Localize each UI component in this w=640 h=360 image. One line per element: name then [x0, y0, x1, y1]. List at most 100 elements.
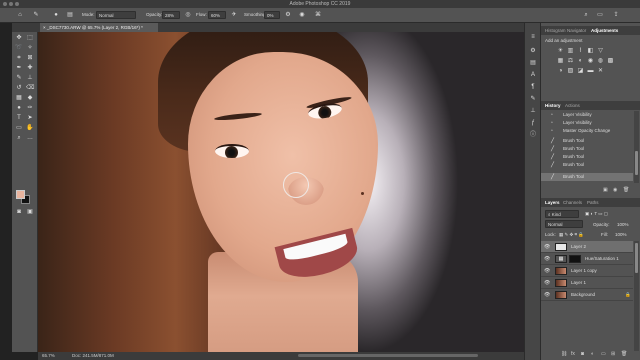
eraser-tool-icon[interactable]: ⌫ [26, 84, 34, 92]
path-select-tool-icon[interactable]: ➤ [26, 114, 34, 122]
visibility-eye-icon[interactable]: 👁 [544, 280, 550, 286]
tab-history[interactable]: History [545, 103, 561, 108]
frame-tool-icon[interactable]: ⊠ [26, 54, 34, 62]
glyphs-icon[interactable]: ƒ [529, 119, 537, 127]
tab-actions[interactable]: Actions [565, 103, 580, 108]
blend-mode-select[interactable]: Normal [545, 220, 583, 228]
brushes-icon[interactable]: ✎ [529, 95, 537, 103]
gradient-map-icon[interactable]: ▬ [587, 68, 594, 75]
history-item[interactable]: ╱ Brush Tool [541, 161, 633, 169]
history-item[interactable]: ╱ Brush Tool [541, 137, 633, 145]
visibility-eye-icon[interactable]: 👁 [544, 244, 550, 250]
panel-toggle-icon[interactable]: ≡ [529, 33, 537, 41]
levels-icon[interactable]: ▥ [567, 48, 574, 55]
history-item[interactable]: ▫ Master Opacity Change [541, 127, 633, 135]
tab-layers[interactable]: Layers [545, 200, 560, 205]
black-white-icon[interactable]: ◐ [577, 58, 584, 65]
clone-stamp-tool-icon[interactable]: ⊥ [26, 74, 34, 82]
marquee-tool-icon[interactable]: ⬚ [26, 34, 34, 42]
symmetry-icon[interactable]: ⌘ [314, 11, 322, 19]
smoothing-field[interactable]: 0% [264, 11, 280, 19]
tab-navigator[interactable]: Navigator [567, 28, 586, 33]
snapshot-icon[interactable]: ◉ [613, 187, 617, 193]
posterize-icon[interactable]: ▨ [567, 68, 574, 75]
pressure-size-icon[interactable]: ◉ [298, 11, 306, 19]
mode-select[interactable]: Normal [96, 11, 136, 19]
layer-row[interactable]: 👁 Layer 1 [541, 277, 633, 289]
layer-row[interactable]: 👁 ▦ Hue/Saturation 1 [541, 253, 633, 265]
history-item[interactable]: ▫ Layer Visibility [541, 111, 633, 119]
character-icon[interactable]: A [529, 71, 537, 79]
zoom-tool-icon[interactable]: ⌕ [15, 134, 23, 142]
history-item-selected[interactable]: ╱ Brush Tool [541, 173, 633, 181]
tab-channels[interactable]: Channels [563, 200, 582, 205]
visibility-eye-icon[interactable]: 👁 [544, 292, 550, 298]
color-lookup-icon[interactable]: ▩ [607, 58, 614, 65]
shape-tool-icon[interactable]: ▭ [15, 124, 23, 132]
brush-tool-icon[interactable]: ✎ [15, 74, 23, 82]
new-document-from-state-icon[interactable]: ▣ [603, 187, 608, 193]
layer-style-icon[interactable]: fx [571, 351, 575, 357]
layer-opacity-field[interactable]: 100% [617, 222, 629, 227]
exposure-icon[interactable]: ◧ [587, 48, 594, 55]
home-icon[interactable]: ⌂ [16, 11, 24, 19]
move-tool-icon[interactable]: ✥ [15, 34, 23, 42]
zoom-level[interactable]: 65.7% [42, 353, 55, 358]
history-item[interactable]: ╱ Brush Tool [541, 145, 633, 153]
new-adjustment-icon[interactable]: ◐ [591, 351, 594, 357]
layer-row[interactable]: 👁 Layer 2 [541, 241, 633, 253]
type-tool-icon[interactable]: T [15, 114, 23, 122]
hue-saturation-icon[interactable]: ▦ [557, 58, 564, 65]
photo-filter-icon[interactable]: ◉ [587, 58, 594, 65]
history-item[interactable]: ╱ Brush Tool [541, 153, 633, 161]
layer-filter-select[interactable]: ⌕ Kind [545, 210, 579, 218]
history-brush-tool-icon[interactable]: ↺ [15, 84, 23, 92]
visibility-eye-icon[interactable]: 👁 [544, 256, 550, 262]
properties-icon[interactable]: ⚙ [529, 47, 537, 55]
curves-icon[interactable]: ⌇ [577, 48, 584, 55]
screen-mode-icon[interactable]: ▣ [26, 208, 34, 216]
pressure-opacity-icon[interactable]: ◎ [184, 11, 192, 19]
layer-row[interactable]: 👁 Background 🔒 [541, 289, 633, 301]
opacity-field[interactable]: 28% [162, 11, 180, 19]
document-tab[interactable]: × _DSC7730.ARW @ 65.7% (Layer 2, RGB/16*… [40, 23, 158, 32]
quick-select-tool-icon[interactable]: ✧ [26, 44, 34, 52]
foreground-color-swatch[interactable] [16, 190, 25, 199]
clone-source-icon[interactable]: ⊥ [529, 107, 537, 115]
history-item[interactable]: ▫ Layer Visibility [541, 119, 633, 127]
tab-adjustments[interactable]: Adjustments [591, 28, 618, 33]
libraries-icon[interactable]: ▤ [529, 59, 537, 67]
fill-field[interactable]: 100% [615, 232, 627, 237]
info-icon[interactable]: ⓘ [529, 131, 537, 139]
new-layer-icon[interactable]: ⊞ [611, 351, 615, 357]
horizontal-scrollbar[interactable] [298, 354, 478, 357]
selective-color-icon[interactable]: ✕ [597, 68, 604, 75]
threshold-icon[interactable]: ◪ [577, 68, 584, 75]
dodge-tool-icon[interactable]: ● [15, 104, 23, 112]
add-mask-icon[interactable]: ◙ [581, 351, 584, 357]
color-balance-icon[interactable]: ⚖ [567, 58, 574, 65]
brush-preset-icon[interactable]: ✎ [32, 11, 40, 19]
search-icon[interactable]: ⌕ [582, 11, 590, 19]
document-canvas[interactable] [38, 32, 524, 352]
new-group-icon[interactable]: ▭ [601, 351, 606, 357]
brush-settings-icon[interactable]: ▤ [66, 11, 74, 19]
hand-tool-icon[interactable]: ✋ [26, 124, 34, 132]
trash-icon[interactable]: 🗑 [623, 187, 629, 193]
blur-tool-icon[interactable]: ◆ [26, 94, 34, 102]
quick-mask-icon[interactable]: ◙ [15, 208, 23, 216]
crop-tool-icon[interactable]: ⌗ [15, 54, 23, 62]
workspace-icon[interactable]: ▭ [596, 11, 604, 19]
layers-scrollbar[interactable] [634, 241, 639, 351]
delete-layer-icon[interactable]: 🗑 [621, 351, 627, 357]
pen-tool-icon[interactable]: ✑ [26, 104, 34, 112]
gradient-tool-icon[interactable]: ▦ [15, 94, 23, 102]
flow-field[interactable]: 60% [208, 11, 226, 19]
tab-histogram[interactable]: Histogram [545, 28, 566, 33]
brush-size-icon[interactable]: ● [52, 11, 60, 19]
link-layers-icon[interactable]: ⛓ [561, 351, 567, 357]
layer-mask-thumbnail[interactable] [569, 255, 581, 263]
smoothing-options-icon[interactable]: ⚙ [284, 11, 292, 19]
lock-icons[interactable]: ▦ ✎ ✥ ⌗ 🔒 [559, 232, 584, 238]
brightness-contrast-icon[interactable]: ☀ [557, 48, 564, 55]
